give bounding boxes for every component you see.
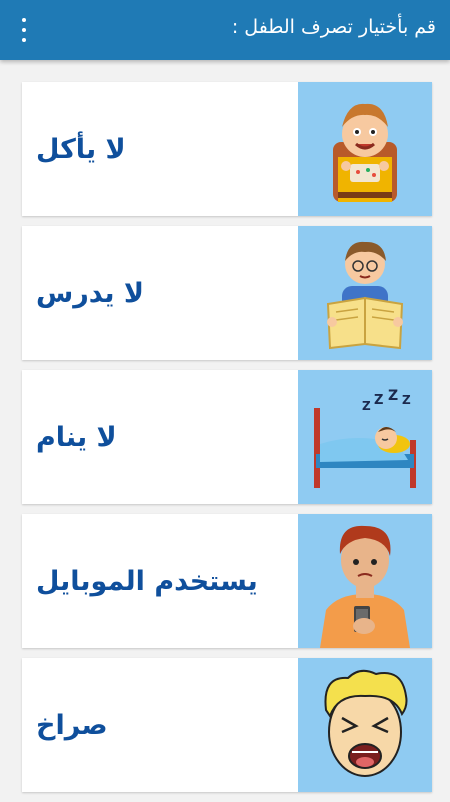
page-title: قم بأختيار تصرف الطفل : — [231, 16, 436, 38]
option-label: صراخ — [36, 709, 108, 741]
svg-text:Z: Z — [374, 393, 383, 408]
boy-eating-icon — [298, 82, 432, 216]
option-card-using-phone[interactable]: يستخدم الموبايل — [22, 514, 432, 648]
boy-sleeping-icon: Z Z Z Z — [298, 370, 432, 504]
boy-screaming-icon — [298, 658, 432, 792]
svg-text:Z: Z — [362, 399, 371, 413]
option-card-not-studying[interactable]: لا يدرس — [22, 226, 432, 360]
option-label: لا يدرس — [36, 277, 145, 309]
svg-text:Z: Z — [388, 388, 398, 404]
option-card-not-sleeping[interactable]: Z Z Z Z لا ينام — [22, 370, 432, 504]
option-label: يستخدم الموبايل — [36, 565, 258, 597]
more-vert-icon — [22, 18, 26, 22]
option-label: لا ينام — [36, 421, 117, 453]
boy-using-phone-icon — [298, 514, 432, 648]
options-list: لا يأكل لا يدرس Z Z Z Z لا ينام يستخدم ا… — [22, 82, 432, 802]
svg-text:Z: Z — [402, 393, 411, 407]
app-bar: قم بأختيار تصرف الطفل : — [0, 0, 450, 60]
option-card-screaming[interactable]: صراخ — [22, 658, 432, 792]
option-label: لا يأكل — [36, 133, 126, 165]
boy-studying-icon — [298, 226, 432, 360]
option-card-not-eating[interactable]: لا يأكل — [22, 82, 432, 216]
more-options-button[interactable] — [14, 18, 34, 42]
